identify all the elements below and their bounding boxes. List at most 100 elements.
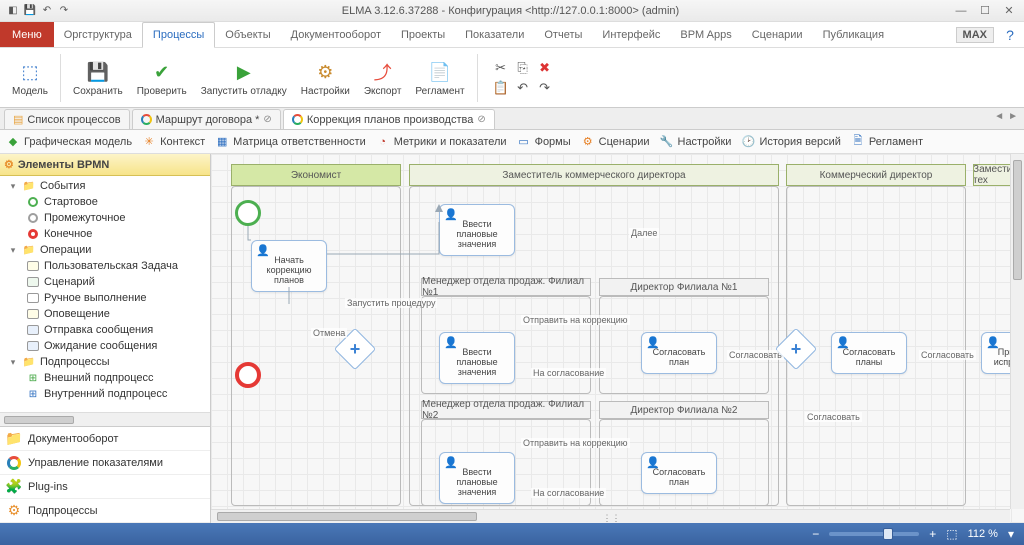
subtab-reglament[interactable]: 🗎Регламент bbox=[851, 135, 923, 149]
end-event[interactable] bbox=[235, 362, 261, 388]
tab-docflow[interactable]: Документооборот bbox=[281, 22, 391, 47]
zoom-in-icon[interactable]: + bbox=[929, 527, 936, 541]
task-enter-plan-top[interactable]: 👤Ввести плановые значения bbox=[439, 204, 515, 256]
minimize-button[interactable]: — bbox=[950, 3, 972, 19]
ribbon-reglament[interactable]: 📄Регламент bbox=[409, 50, 470, 106]
process-icon bbox=[292, 114, 303, 125]
copy-icon[interactable]: ⎘ bbox=[514, 59, 532, 77]
tree-manual[interactable]: Ручное выполнение bbox=[0, 290, 210, 306]
subtab-settings[interactable]: 🔧Настройки bbox=[660, 135, 732, 149]
tree-receive[interactable]: Ожидание сообщения bbox=[0, 338, 210, 354]
acc-kpi[interactable]: Управление показателями bbox=[0, 451, 210, 475]
ribbon-check[interactable]: ✔Проверить bbox=[131, 50, 193, 106]
tab-projects[interactable]: Проекты bbox=[391, 22, 455, 47]
task-start-correction[interactable]: 👤Начать коррекцию планов bbox=[251, 240, 327, 292]
process-canvas[interactable]: Экономист Заместитель коммерческого дире… bbox=[211, 154, 1024, 523]
tree-hscrollbar[interactable] bbox=[0, 412, 210, 426]
palette-icon: ⚙ bbox=[4, 158, 14, 171]
doctab-contract-route[interactable]: Маршрут договора *⊘ bbox=[132, 109, 281, 129]
tab-objects[interactable]: Объекты bbox=[215, 22, 280, 47]
tab-interface[interactable]: Интерфейс bbox=[592, 22, 670, 47]
subtab-matrix[interactable]: ▦Матрица ответственности bbox=[215, 135, 366, 149]
task-enter-plan-1[interactable]: 👤Ввести плановые значения bbox=[439, 332, 515, 384]
cut-icon[interactable]: ✂ bbox=[492, 59, 510, 77]
canvas-hscrollbar[interactable]: ⋮⋮ bbox=[211, 509, 1010, 523]
task-enter-plan-2[interactable]: 👤Ввести плановые значения bbox=[439, 452, 515, 504]
tree-script[interactable]: Сценарий bbox=[0, 274, 210, 290]
tree-user-task[interactable]: Пользовательская Задача bbox=[0, 258, 210, 274]
ribbon-export[interactable]: ⤴Экспорт bbox=[358, 50, 408, 106]
canvas-vscrollbar[interactable] bbox=[1010, 154, 1024, 509]
ribbon-settings[interactable]: ⚙Настройки bbox=[295, 50, 356, 106]
redo-icon[interactable]: ↷ bbox=[536, 79, 554, 97]
tab-indicators[interactable]: Показатели bbox=[455, 22, 534, 47]
tab-processes[interactable]: Процессы bbox=[142, 22, 215, 48]
tree-event-start[interactable]: Стартовое bbox=[0, 194, 210, 210]
doctab-process-list[interactable]: ▤Список процессов bbox=[4, 109, 130, 129]
acc-docflow[interactable]: 📁Документооборот bbox=[0, 427, 210, 451]
bpmn-palette-header: ⚙Элементы BPMN bbox=[0, 154, 210, 176]
sublane-dir1[interactable]: Директор Филиала №1 bbox=[599, 278, 769, 296]
subtab-context[interactable]: ✳Контекст bbox=[142, 135, 205, 149]
zoom-out-icon[interactable]: − bbox=[812, 527, 819, 541]
start-event[interactable] bbox=[235, 200, 261, 226]
tree-operations[interactable]: ▾📁Операции bbox=[0, 242, 210, 258]
ribbon-debug[interactable]: ▶Запустить отладку bbox=[195, 50, 293, 106]
task-agree-plans[interactable]: 👤Согласовать планы bbox=[831, 332, 907, 374]
play-icon: ▶ bbox=[230, 58, 258, 86]
subprocess-icon: ⊞ bbox=[26, 387, 40, 401]
tree-send[interactable]: Отправка сообщения bbox=[0, 322, 210, 338]
close-button[interactable]: ✕ bbox=[998, 3, 1020, 19]
ribbon-save[interactable]: 💾Сохранить bbox=[67, 50, 129, 106]
lane-economist[interactable]: Экономист bbox=[231, 164, 401, 186]
qa-undo-icon[interactable]: ↶ bbox=[40, 4, 54, 18]
sublane-mgr2[interactable]: Менеджер отдела продаж. Филиал №2 bbox=[421, 401, 591, 419]
qa-save-icon[interactable]: 💾 bbox=[23, 4, 37, 18]
zoom-dropdown-icon[interactable]: ▾ bbox=[1008, 527, 1014, 541]
lane-zam-comm[interactable]: Заместитель коммерческого директора bbox=[409, 164, 779, 186]
tab-close-icon[interactable]: ⊘ bbox=[477, 114, 485, 125]
subtab-graphical[interactable]: ◆Графическая модель bbox=[6, 135, 132, 149]
tab-close-icon[interactable]: ⊘ bbox=[263, 114, 271, 125]
doctab-plan-correction[interactable]: Коррекция планов производства⊘ bbox=[283, 109, 495, 129]
subtab-history[interactable]: 🕑История версий bbox=[741, 135, 840, 149]
tab-scenarios[interactable]: Сценарии bbox=[742, 22, 813, 47]
splitter-handle[interactable]: ⋮⋮ bbox=[603, 513, 619, 523]
delete-icon[interactable]: ✖ bbox=[536, 59, 554, 77]
tab-publish[interactable]: Публикация bbox=[813, 22, 894, 47]
tree-event-intermediate[interactable]: Промежуточное bbox=[0, 210, 210, 226]
undo-icon[interactable]: ↶ bbox=[514, 79, 532, 97]
left-accordion: 📁Документооборот Управление показателями… bbox=[0, 426, 210, 523]
sublane-mgr1[interactable]: Менеджер отдела продаж. Филиал №1 bbox=[421, 278, 591, 296]
tree-notify[interactable]: Оповещение bbox=[0, 306, 210, 322]
qa-redo-icon[interactable]: ↷ bbox=[57, 4, 71, 18]
tab-bpmapps[interactable]: BPM Apps bbox=[670, 22, 741, 47]
main-menu-button[interactable]: Меню bbox=[0, 22, 54, 47]
task-agree-plan-1[interactable]: 👤Согласовать план bbox=[641, 332, 717, 374]
acc-plugins[interactable]: 🧩Plug-ins bbox=[0, 475, 210, 499]
paste-icon[interactable]: 📋 bbox=[492, 79, 510, 97]
tabs-next-icon[interactable]: ► bbox=[1008, 111, 1018, 122]
acc-subprocesses[interactable]: ⚙Подпроцессы bbox=[0, 499, 210, 523]
document-icon: 📄 bbox=[426, 58, 454, 86]
tree-ext-subproc[interactable]: ⊞Внешний подпроцесс bbox=[0, 370, 210, 386]
zoom-fit-icon[interactable]: ⬚ bbox=[946, 527, 957, 541]
tab-orgstructure[interactable]: Оргструктура bbox=[54, 22, 142, 47]
tree-event-end[interactable]: Конечное bbox=[0, 226, 210, 242]
tree-events[interactable]: ▾📁События bbox=[0, 178, 210, 194]
subtab-forms[interactable]: ▭Формы bbox=[517, 135, 571, 149]
zoom-slider[interactable] bbox=[829, 532, 919, 536]
subtab-scenarios[interactable]: ⚙Сценарии bbox=[581, 135, 650, 149]
lane-comm-dir[interactable]: Коммерческий директор bbox=[786, 164, 966, 186]
subtab-metrics[interactable]: ◔Метрики и показатели bbox=[376, 135, 507, 149]
maximize-button[interactable]: ☐ bbox=[974, 3, 996, 19]
left-panel: ⚙Элементы BPMN ▾📁События Стартовое Проме… bbox=[0, 154, 211, 523]
tabs-prev-icon[interactable]: ◄ bbox=[994, 111, 1004, 122]
sublane-dir2[interactable]: Директор Филиала №2 bbox=[599, 401, 769, 419]
tree-int-subproc[interactable]: ⊞Внутренний подпроцесс bbox=[0, 386, 210, 402]
tree-subprocesses[interactable]: ▾📁Подпроцессы bbox=[0, 354, 210, 370]
help-icon[interactable]: ? bbox=[1000, 27, 1020, 43]
task-agree-plan-2[interactable]: 👤Согласовать план bbox=[641, 452, 717, 494]
tab-reports[interactable]: Отчеты bbox=[534, 22, 592, 47]
ribbon-model[interactable]: ⬚Модель bbox=[6, 50, 54, 106]
